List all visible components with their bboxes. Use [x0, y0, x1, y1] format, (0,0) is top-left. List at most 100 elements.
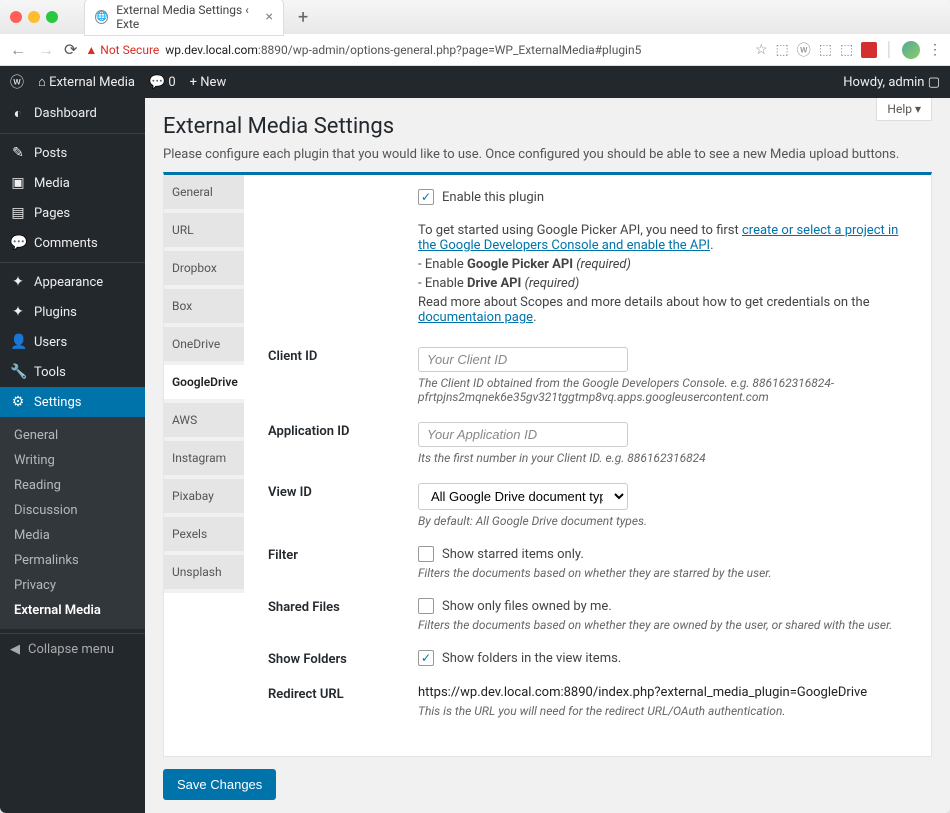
security-indicator: Not Secure [85, 43, 159, 57]
new-link[interactable]: + New [190, 75, 227, 90]
comments-link[interactable]: 💬 0 [149, 75, 176, 90]
enable-api-1: - Enable Google Picker API (required) [418, 257, 907, 272]
tools-icon: 🔧 [10, 364, 26, 380]
extension-icon-2[interactable]: ⬚ [819, 42, 832, 58]
plugin-icon: ✦ [10, 304, 26, 320]
wordpress-icon[interactable]: ⓦ [797, 40, 811, 60]
sub-permalinks[interactable]: Permalinks [0, 548, 145, 573]
tab-title: External Media Settings ‹ Exte [116, 3, 257, 31]
sidebar-item-plugins[interactable]: ✦Plugins [0, 297, 145, 327]
sidebar-item-dashboard[interactable]: ◐Dashboard [0, 98, 145, 129]
comment-icon: 💬 [149, 75, 165, 90]
menu-icon[interactable]: ⋮ [928, 42, 942, 58]
window-min-dot[interactable] [28, 11, 40, 23]
wordpress-logo-icon[interactable]: ⓦ [10, 72, 24, 92]
forward-button[interactable]: → [36, 40, 56, 60]
shared-label: Shared Files [268, 598, 418, 615]
documentation-link[interactable]: documentaion page [418, 310, 533, 325]
sub-media[interactable]: Media [0, 523, 145, 548]
intro-text: To get started using Google Picker API, … [418, 223, 907, 253]
sidebar-item-users[interactable]: 👤Users [0, 327, 145, 357]
filter-label: Filter [268, 546, 418, 563]
view-id-select[interactable]: All Google Drive document types. [418, 483, 628, 510]
enable-plugin-label: Enable this plugin [442, 190, 544, 205]
site-link[interactable]: ⌂ External Media [38, 74, 135, 90]
tab-unsplash[interactable]: Unsplash [164, 555, 244, 593]
window-max-dot[interactable] [46, 11, 58, 23]
collapse-menu[interactable]: ◀Collapse menu [0, 633, 145, 665]
extension-red-icon[interactable] [861, 42, 877, 58]
separator: │ [885, 41, 894, 58]
redirect-url-value: https://wp.dev.local.com:8890/index.php?… [418, 685, 907, 700]
profile-avatar[interactable] [902, 41, 920, 59]
reload-button[interactable]: ⟳ [64, 40, 77, 59]
tab-instagram[interactable]: Instagram [164, 441, 244, 479]
sidebar-item-media[interactable]: ▣Media [0, 168, 145, 198]
globe-icon: 🌐 [95, 10, 108, 24]
media-icon: ▣ [10, 175, 26, 191]
form-column: Enable this plugin To get started using … [244, 175, 931, 756]
redirect-label: Redirect URL [268, 685, 418, 702]
client-id-input[interactable] [418, 347, 628, 372]
folders-checkbox[interactable] [418, 650, 434, 666]
sub-reading[interactable]: Reading [0, 473, 145, 498]
sub-discussion[interactable]: Discussion [0, 498, 145, 523]
page-title: External Media Settings [163, 114, 932, 139]
settings-panel: General URL Dropbox Box OneDrive GoogleD… [163, 172, 932, 757]
enable-api-2: - Enable Drive API (required) [418, 276, 907, 291]
shared-check-label: Show only files owned by me. [442, 599, 612, 614]
tab-general[interactable]: General [164, 175, 244, 213]
window-close-dot[interactable] [10, 11, 22, 23]
mac-titlebar: 🌐 External Media Settings ‹ Exte × + [0, 0, 950, 34]
save-changes-button[interactable]: Save Changes [163, 769, 276, 800]
client-id-label: Client ID [268, 347, 418, 364]
tab-aws[interactable]: AWS [164, 403, 244, 441]
view-id-hint: By default: All Google Drive document ty… [418, 514, 907, 528]
page-icon: ▤ [10, 205, 26, 221]
sidebar-item-pages[interactable]: ▤Pages [0, 198, 145, 228]
new-tab-button[interactable]: + [298, 7, 308, 28]
back-button[interactable]: ← [8, 40, 28, 60]
extension-icon[interactable]: ⬚ [776, 42, 789, 58]
sub-general[interactable]: General [0, 423, 145, 448]
sidebar-item-comments[interactable]: 💬Comments [0, 228, 145, 258]
tab-pixabay[interactable]: Pixabay [164, 479, 244, 517]
tab-url[interactable]: URL [164, 213, 244, 251]
help-tab[interactable]: Help ▾ [876, 98, 932, 121]
tab-googledrive[interactable]: GoogleDrive [164, 365, 244, 403]
collapse-icon: ◀ [10, 642, 20, 657]
filter-hint: Filters the documents based on whether t… [418, 566, 907, 580]
shared-hint: Filters the documents based on whether t… [418, 618, 907, 632]
tab-onedrive[interactable]: OneDrive [164, 327, 244, 365]
filter-checkbox[interactable] [418, 546, 434, 562]
extension-icon-3[interactable]: ⬚ [840, 42, 853, 58]
toolbar-icons: ☆ ⬚ ⓦ ⬚ ⬚ │ ⋮ [755, 40, 942, 60]
close-icon[interactable]: × [266, 9, 273, 25]
tab-pexels[interactable]: Pexels [164, 517, 244, 555]
pin-icon: ✎ [10, 145, 26, 161]
sidebar-item-settings[interactable]: ⚙Settings [0, 387, 145, 417]
address-bar: ← → ⟳ Not Secure wp.dev.local.com:8890/w… [0, 34, 950, 66]
sidebar-item-appearance[interactable]: ✦Appearance [0, 267, 145, 297]
enable-plugin-checkbox[interactable] [418, 189, 434, 205]
browser-tab[interactable]: 🌐 External Media Settings ‹ Exte × [84, 0, 284, 36]
settings-submenu: General Writing Reading Discussion Media… [0, 417, 145, 629]
app-id-input[interactable] [418, 422, 628, 447]
sub-external-media[interactable]: External Media [0, 598, 145, 623]
content-area: Help ▾ External Media Settings Please co… [145, 98, 950, 813]
tab-dropbox[interactable]: Dropbox [164, 251, 244, 289]
sidebar-item-posts[interactable]: ✎Posts [0, 138, 145, 168]
dashboard-icon: ◐ [10, 105, 26, 122]
sub-writing[interactable]: Writing [0, 448, 145, 473]
url-box[interactable]: Not Secure wp.dev.local.com:8890/wp-admi… [85, 43, 747, 57]
bookmark-icon[interactable]: ☆ [755, 42, 768, 58]
shared-checkbox[interactable] [418, 598, 434, 614]
client-id-hint: The Client ID obtained from the Google D… [418, 376, 907, 404]
howdy-user[interactable]: Howdy, admin ▢ [843, 75, 940, 90]
tab-box[interactable]: Box [164, 289, 244, 327]
sidebar-item-tools[interactable]: 🔧Tools [0, 357, 145, 387]
sub-privacy[interactable]: Privacy [0, 573, 145, 598]
url-text: wp.dev.local.com:8890/wp-admin/options-g… [165, 43, 641, 57]
folders-check-label: Show folders in the view items. [442, 651, 621, 666]
user-avatar-icon: ▢ [928, 75, 940, 90]
